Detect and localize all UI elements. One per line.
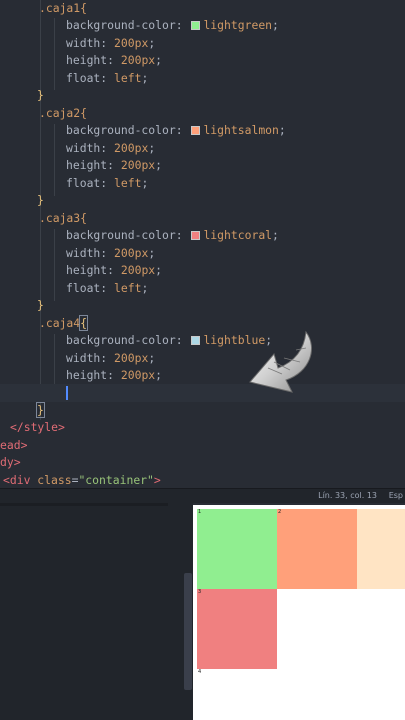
preview-box-label-4: 4: [197, 669, 217, 689]
code-line: .caja3{: [39, 211, 88, 225]
code-line: height: 200px;: [66, 263, 163, 277]
code-line: </style>: [10, 420, 65, 434]
preview-box-caja1: 1: [197, 509, 277, 589]
color-swatch-lightsalmon[interactable]: [191, 126, 201, 135]
color-swatch-lightblue[interactable]: [191, 336, 201, 345]
encoding-indicator[interactable]: Esp: [389, 491, 403, 500]
code-line: width: 200px;: [66, 36, 156, 50]
status-bar: Lín. 33, col. 13 Esp: [0, 488, 405, 503]
preview-box-caja3: 3: [197, 589, 277, 669]
code-line: }: [37, 88, 44, 102]
code-line: float: left;: [66, 71, 149, 85]
browser-preview: 1 2 3 4: [193, 505, 405, 720]
code-line: height: 200px;: [66, 368, 163, 382]
code-line: .caja1{: [39, 1, 88, 15]
text-cursor: [66, 386, 68, 400]
color-swatch-lightcoral[interactable]: [191, 231, 201, 240]
panel-divider: [0, 503, 168, 506]
code-line: }: [36, 402, 45, 418]
indent-guide: [54, 229, 55, 301]
code-line: background-color: lightgreen;: [66, 18, 279, 32]
scrollbar[interactable]: [184, 573, 192, 690]
preview-box-caja4: [357, 509, 405, 589]
code-line: }: [37, 298, 44, 312]
code-line: .caja4{: [39, 315, 88, 331]
box-label: 4: [198, 669, 202, 675]
preview-box-caja2: 2: [277, 509, 357, 589]
code-line: ead>: [0, 438, 28, 452]
indent-guide: [54, 124, 55, 196]
code-line: height: 200px;: [66, 158, 163, 172]
current-line-highlight: [0, 384, 405, 402]
box-label: 3: [198, 589, 202, 595]
box-label: 1: [198, 509, 202, 515]
indent-guide: [54, 18, 55, 90]
code-line: float: left;: [66, 281, 149, 295]
bottom-panel: [0, 503, 193, 720]
code-line: }: [37, 193, 44, 207]
code-line: width: 200px;: [66, 141, 156, 155]
arrow-icon: [249, 330, 312, 393]
code-line: <div class="container">: [3, 473, 161, 487]
code-line: dy>: [0, 455, 21, 469]
code-line: background-color: lightsalmon;: [66, 123, 286, 137]
code-line: width: 200px;: [66, 246, 156, 260]
code-line: background-color: lightblue;: [66, 333, 273, 347]
color-swatch-lightgreen[interactable]: [191, 21, 201, 30]
code-editor[interactable]: .caja1{ background-color: lightgreen; wi…: [0, 0, 405, 488]
code-line: width: 200px;: [66, 351, 156, 365]
code-line: float: left;: [66, 176, 149, 190]
code-line: height: 200px;: [66, 53, 163, 67]
code-line: background-color: lightcoral;: [66, 228, 279, 242]
box-label: 2: [278, 509, 282, 515]
cursor-position[interactable]: Lín. 33, col. 13: [318, 491, 377, 500]
code-line: .caja2{: [39, 106, 88, 120]
